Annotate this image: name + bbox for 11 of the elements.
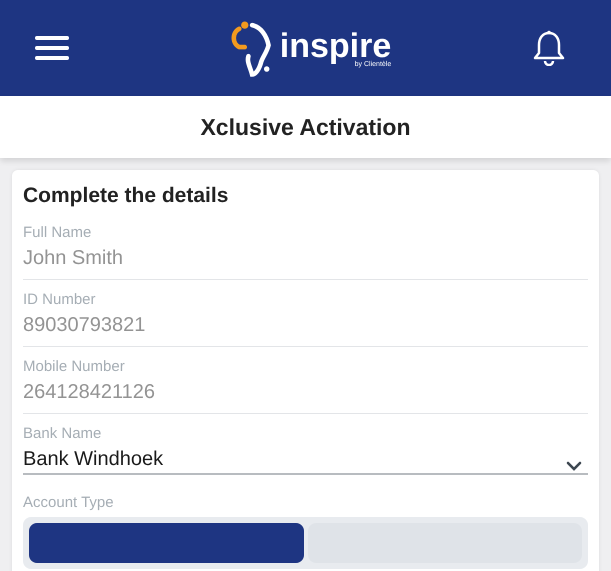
dropdown-field[interactable]: Bank Name Bank Windhoek <box>23 419 588 475</box>
bell-icon[interactable] <box>532 30 566 66</box>
page-title: Xclusive Activation <box>200 114 411 140</box>
text-field[interactable]: Mobile Number 264128421126 <box>23 352 588 414</box>
logo-text: inspire <box>280 28 392 62</box>
form-heading: Complete the details <box>23 184 230 208</box>
menu-icon[interactable] <box>35 35 69 61</box>
text-field[interactable]: ID Number 89030793821 <box>23 285 588 347</box>
field-label: Account Type <box>23 494 114 511</box>
chevron-down-icon <box>566 461 582 471</box>
text-field[interactable]: Full Name John Smith <box>23 218 588 280</box>
